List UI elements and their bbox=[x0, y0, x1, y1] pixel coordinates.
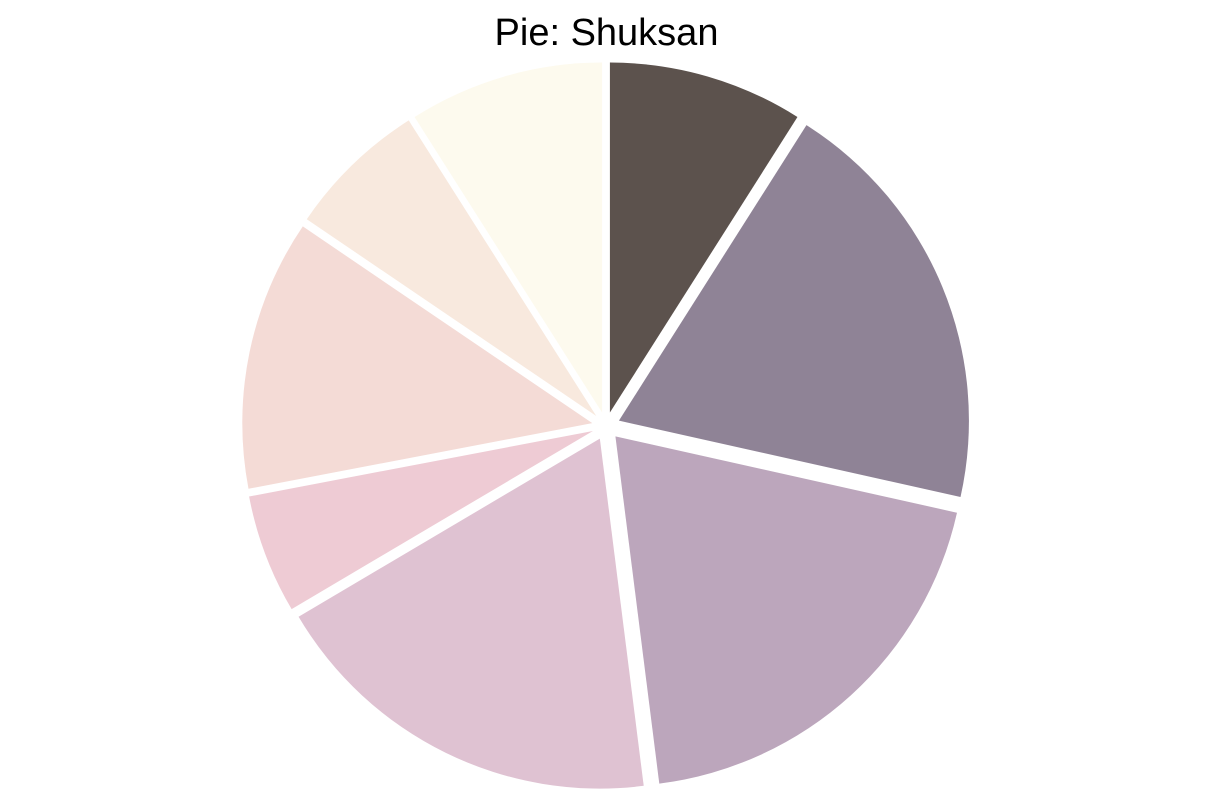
pie-slices bbox=[242, 62, 969, 789]
pie-chart bbox=[242, 62, 969, 789]
pie-slice-3 bbox=[615, 436, 957, 784]
